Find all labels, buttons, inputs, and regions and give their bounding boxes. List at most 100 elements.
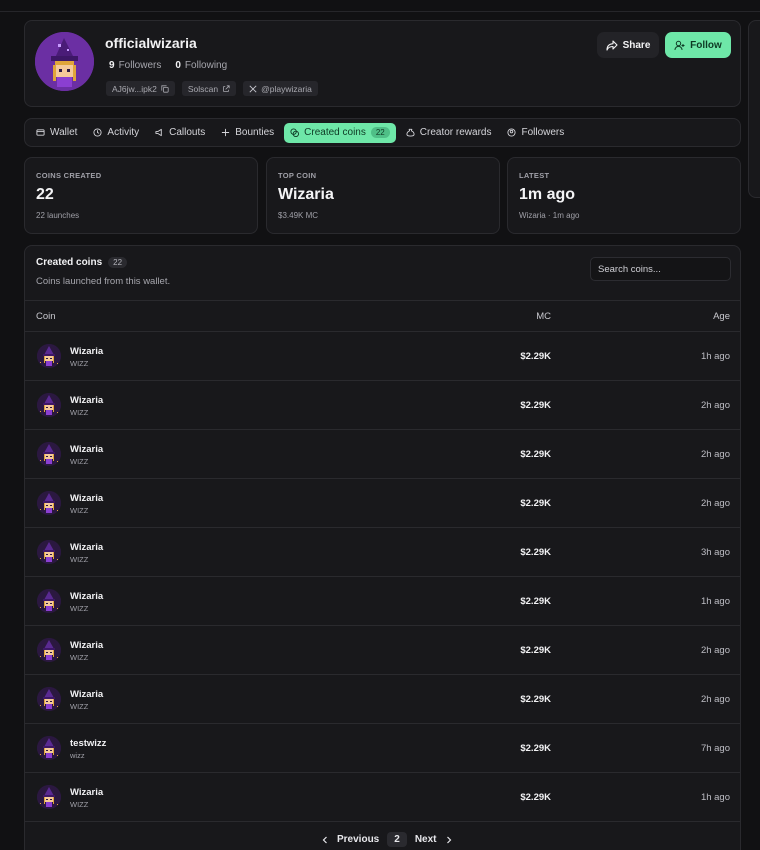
table-row[interactable]: Wizaria WIZZ $2.29K 2h ago [25, 675, 740, 724]
coin-market-cap: $2.29K [520, 792, 551, 803]
table-row[interactable]: Wizaria WIZZ $2.29K 3h ago [25, 528, 740, 577]
column-header-coin[interactable]: Coin [36, 311, 56, 322]
follow-button[interactable]: Follow [665, 32, 731, 58]
profile-links: AJ6jw...ipk2 Solscan @playwizaria [106, 81, 318, 96]
chevron-left-icon[interactable] [321, 836, 329, 844]
table-row[interactable]: Wizaria WIZZ $2.29K 1h ago [25, 577, 740, 626]
stat-value: 22 [36, 186, 54, 203]
tab-bounties[interactable]: Bounties [215, 123, 280, 143]
followers-label: Followers [118, 60, 162, 71]
x-profile-link[interactable]: @playwizaria [243, 81, 318, 96]
tab-creator-rewards[interactable]: Creator rewards [400, 123, 498, 143]
coin-avatar-icon [37, 393, 61, 417]
table-row[interactable]: Wizaria WIZZ $2.29K 1h ago [25, 773, 740, 822]
user-plus-icon [674, 40, 685, 50]
coin-age: 3h ago [700, 547, 730, 558]
coin-market-cap: $2.29K [520, 400, 551, 411]
coin-avatar-icon [37, 687, 61, 711]
wallet-address-chip[interactable]: AJ6jw...ipk2 [106, 81, 175, 96]
x-handle: @playwizaria [261, 83, 312, 94]
tab-label: Callouts [169, 127, 206, 138]
coins-icon [290, 128, 300, 137]
coin-avatar-icon [37, 442, 61, 466]
coin-name: Wizaria [70, 493, 104, 504]
tab-label: Wallet [50, 127, 78, 138]
profile-avatar [35, 32, 94, 91]
coin-name: Wizaria [70, 640, 104, 651]
profile-username: officialwizaria [105, 35, 197, 51]
coins-title-text: Created coins [36, 257, 103, 268]
next-page-button[interactable]: Next [415, 834, 437, 845]
coin-avatar-icon [37, 540, 61, 564]
stat-subtext: Wizaria · 1m ago [519, 211, 580, 220]
clock-icon [93, 128, 102, 137]
coin-age: 1h ago [700, 792, 730, 803]
following-label: Following [184, 60, 228, 71]
tab-activity[interactable]: Activity [87, 123, 145, 143]
coin-avatar-icon [37, 491, 61, 515]
coin-age: 2h ago [700, 694, 730, 705]
coin-age: 2h ago [700, 645, 730, 656]
coin-name: Wizaria [70, 444, 104, 455]
tab-label: Followers [521, 127, 565, 138]
table-row[interactable]: Wizaria WIZZ $2.29K 2h ago [25, 381, 740, 430]
stat-value: 1m ago [519, 186, 576, 203]
coin-market-cap: $2.29K [520, 449, 551, 460]
tab-count-badge: 22 [370, 127, 390, 138]
coin-avatar-icon [37, 344, 61, 368]
followers-count: 9 [109, 60, 115, 71]
coins-panel-subtitle: Coins launched from this wallet. [36, 276, 171, 287]
coin-age: 2h ago [700, 400, 730, 411]
follow-stats: 9 Followers 0 Following [109, 60, 227, 71]
side-panel-edge [748, 20, 760, 198]
coin-name: Wizaria [70, 787, 104, 798]
coin-name: Wizaria [70, 689, 104, 700]
stat-coins-created: COINS CREATED 22 22 launches [24, 157, 258, 234]
solscan-link[interactable]: Solscan [181, 81, 237, 96]
coin-age: 1h ago [700, 596, 730, 607]
coin-ticker: WIZZ [70, 408, 89, 417]
stat-label: COINS CREATED [36, 171, 102, 180]
coin-age: 1h ago [700, 351, 730, 362]
profile-header: officialwizaria 9 Followers 0 Following AJ… [24, 20, 741, 107]
megaphone-icon [155, 128, 162, 137]
following-stat[interactable]: 0 Following [175, 60, 227, 71]
table-row[interactable]: Wizaria WIZZ $2.29K 2h ago [25, 479, 740, 528]
coin-age: 2h ago [700, 498, 730, 509]
search-coins-input[interactable] [590, 257, 731, 281]
follow-label: Follow [690, 39, 722, 51]
tab-wallet[interactable]: Wallet [30, 123, 83, 143]
coin-name: Wizaria [70, 542, 104, 553]
coin-name: testwizz [70, 738, 107, 749]
coin-ticker: WIZZ [70, 359, 89, 368]
table-row[interactable]: Wizaria WIZZ $2.29K 1h ago [25, 332, 740, 381]
coin-avatar-icon [37, 736, 61, 760]
followers-stat[interactable]: 9 Followers [109, 60, 161, 71]
wallet-icon [36, 129, 45, 136]
coin-market-cap: $2.29K [520, 596, 551, 607]
current-page[interactable]: 2 [387, 832, 407, 847]
tab-created-coins[interactable]: Created coins 22 [284, 122, 396, 143]
coin-market-cap: $2.29K [520, 351, 551, 362]
coin-ticker: WIZZ [70, 555, 89, 564]
share-button[interactable]: Share [597, 32, 659, 58]
column-header-mc[interactable]: MC [536, 311, 551, 322]
coin-avatar-icon [37, 589, 61, 613]
tab-callouts[interactable]: Callouts [149, 123, 211, 143]
coin-ticker: WIZZ [70, 800, 89, 809]
table-header: Coin MC Age [25, 300, 740, 332]
column-header-age[interactable]: Age [713, 311, 730, 322]
stat-top-coin: TOP COIN Wizaria $3.49K MC [266, 157, 500, 234]
created-coins-panel: Created coins 22 Coins launched from thi… [24, 245, 741, 850]
chevron-right-icon[interactable] [445, 836, 453, 844]
previous-page-button[interactable]: Previous [337, 834, 379, 845]
coin-avatar-icon [37, 638, 61, 662]
copy-icon [161, 84, 169, 93]
x-logo-icon [249, 84, 257, 93]
share-label: Share [622, 39, 651, 51]
table-row[interactable]: Wizaria WIZZ $2.29K 2h ago [25, 430, 740, 479]
table-row[interactable]: Wizaria WIZZ $2.29K 2h ago [25, 626, 740, 675]
profile-tabs: Wallet Activity Callouts Bounties Create… [24, 118, 741, 147]
tab-followers[interactable]: Followers [501, 123, 570, 143]
table-row[interactable]: testwizz wizz $2.29K 7h ago [25, 724, 740, 773]
